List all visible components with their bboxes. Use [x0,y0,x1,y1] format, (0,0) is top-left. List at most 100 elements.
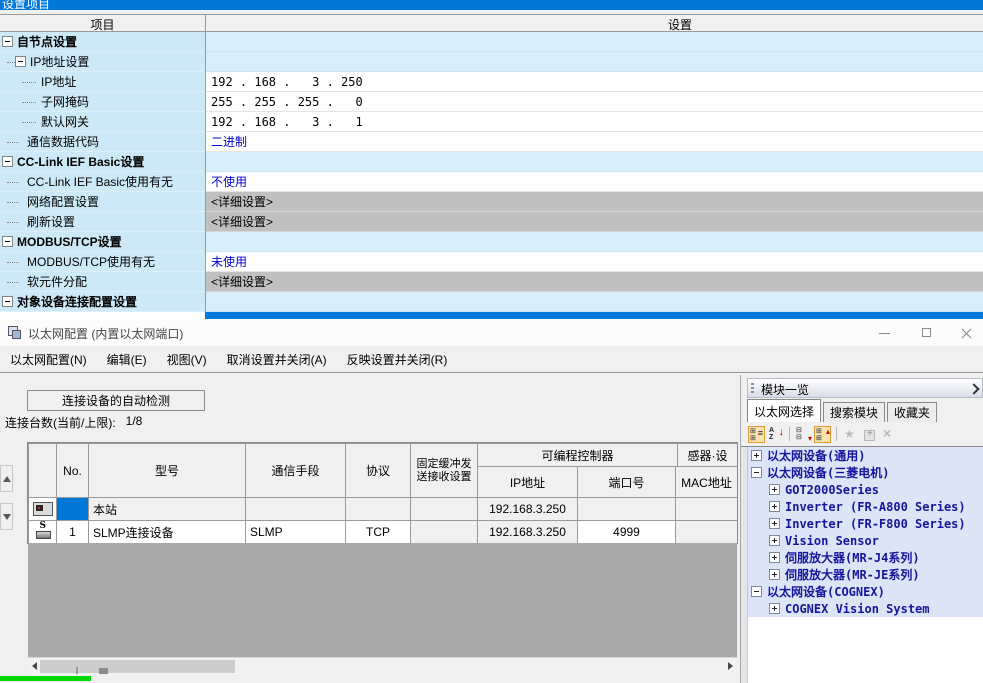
setting-value-cell[interactable]: <详细设置> [206,192,983,212]
cell-ip[interactable]: 192.168.3.250 [478,498,577,520]
expander-minus-icon[interactable] [751,467,762,478]
tree-item[interactable]: GOT2000Series [748,481,983,498]
panel-titlebar[interactable]: 模块一览 [747,378,983,398]
cell-buffer[interactable] [411,498,477,520]
setting-value-cell[interactable] [206,32,983,52]
dialog-titlebar[interactable]: 以太网配置 (内置以太网端口) [0,319,983,346]
cell-ip[interactable]: 192.168.3.250 [478,521,577,543]
chevron-right-icon[interactable] [968,383,979,394]
setting-value-cell[interactable] [206,232,983,252]
tree-item[interactable]: Vision Sensor [748,532,983,549]
setting-item-cell[interactable]: IP地址设置 [0,52,205,72]
settings-row[interactable]: 网络配置设置<详细设置> [0,192,983,212]
auto-detect-button[interactable]: 连接设备的自动检测 [27,390,205,411]
tab-以太网选择[interactable]: 以太网选择 [747,399,821,422]
menu-item[interactable]: 取消设置并关闭(A) [227,351,327,368]
setting-value-cell[interactable]: <详细设置> [206,272,983,292]
sort-az-icon[interactable] [767,426,784,443]
setting-item-cell[interactable]: 刷新设置 [0,212,205,232]
close-icon[interactable] [948,319,983,346]
cell-port[interactable]: 4999 [578,521,675,543]
tree-item[interactable]: 以太网设备(通用) [748,447,983,464]
cell-comm[interactable]: SLMP [246,521,345,543]
tab-收藏夹[interactable]: 收藏夹 [887,402,937,422]
scrollbar-thumb[interactable] [40,660,235,673]
setting-item-cell[interactable]: MODBUS/TCP使用有无 [0,252,205,272]
expander-plus-icon[interactable] [769,501,780,512]
cell-no[interactable] [57,498,88,520]
setting-item-cell[interactable]: 网络配置设置 [0,192,205,212]
setting-value-cell[interactable] [206,152,983,172]
tree-item[interactable]: COGNEX Vision System [748,600,983,617]
menu-item[interactable]: 编辑(E) [107,351,147,368]
tree-item[interactable]: Inverter (FR-A800 Series) [748,498,983,515]
settings-row[interactable]: MODBUS/TCP设置 [0,232,983,252]
setting-item-cell[interactable]: 自节点设置 [0,32,205,52]
setting-item-cell[interactable]: CC-Link IEF Basic使用有无 [0,172,205,192]
horizontal-scrollbar[interactable] [28,657,737,674]
settings-row[interactable]: 刷新设置<详细设置> [0,212,983,232]
cell-mac[interactable] [676,498,737,520]
cell-buffer[interactable] [411,521,477,543]
setting-item-cell[interactable]: MODBUS/TCP设置 [0,232,205,252]
tree-item[interactable]: Inverter (FR-F800 Series) [748,515,983,532]
expand-tree-icon[interactable] [814,426,831,443]
settings-row[interactable]: 对象设备连接配置设置 [0,292,983,312]
cell-comm[interactable] [246,498,345,520]
row-icon-cell[interactable] [29,521,56,543]
settings-row[interactable]: 通信数据代码二进制 [0,132,983,152]
module-list-icon[interactable] [748,426,765,443]
expander-plus-icon[interactable] [751,450,762,461]
expander-plus-icon[interactable] [769,552,780,563]
tree-item[interactable]: 以太网设备(三菱电机) [748,464,983,481]
setting-value-cell[interactable]: 未使用 [206,252,983,272]
setting-item-cell[interactable]: 通信数据代码 [0,132,205,152]
cell-mac[interactable] [676,521,737,543]
setting-item-cell[interactable]: 默认网关 [0,112,205,132]
tree-item[interactable]: 以太网设备(COGNEX) [748,583,983,600]
setting-item-cell[interactable]: 子网掩码 [0,92,205,112]
expander-plus-icon[interactable] [769,518,780,529]
add-favorite-icon[interactable] [861,426,878,443]
expander-minus-icon[interactable] [2,296,13,307]
cell-model[interactable]: SLMP连接设备 [89,521,245,543]
setting-item-cell[interactable]: CC-Link IEF Basic设置 [0,152,205,172]
setting-item-cell[interactable]: IP地址 [0,72,205,92]
cell-no[interactable]: 1 [57,521,88,543]
settings-row[interactable]: IP地址设置 [0,52,983,72]
expander-plus-icon[interactable] [769,535,780,546]
settings-row[interactable]: CC-Link IEF Basic使用有无不使用 [0,172,983,192]
cell-protocol[interactable]: TCP [346,521,410,543]
expander-minus-icon[interactable] [15,56,26,67]
row-icon-cell[interactable] [29,498,56,520]
menu-item[interactable]: 视图(V) [167,351,207,368]
setting-value-cell[interactable]: 255 . 255 . 255 . 0 [206,92,983,112]
expander-plus-icon[interactable] [769,484,780,495]
expander-minus-icon[interactable] [2,156,13,167]
collapse-tree-icon[interactable] [795,426,812,443]
cell-model[interactable]: 本站 [89,498,245,520]
setting-item-cell[interactable]: 软元件分配 [0,272,205,292]
setting-value-cell[interactable]: 不使用 [206,172,983,192]
minimize-icon[interactable] [866,319,902,346]
tab-搜索模块[interactable]: 搜索模块 [823,402,885,422]
maximize-icon[interactable] [908,319,944,346]
setting-value-cell[interactable] [206,292,983,312]
setting-value-cell[interactable] [206,52,983,72]
settings-row[interactable]: 子网掩码255 . 255 . 255 . 0 [0,92,983,112]
settings-row[interactable]: 软元件分配<详细设置> [0,272,983,292]
menu-item[interactable]: 以太网配置(N) [10,351,87,368]
cell-protocol[interactable] [346,498,410,520]
setting-value-cell[interactable]: 192 . 168 . 3 . 250 [206,72,983,92]
settings-row[interactable]: 默认网关192 . 168 . 3 . 1 [0,112,983,132]
cell-port[interactable] [578,498,675,520]
delete-icon[interactable] [880,426,897,443]
settings-row[interactable]: IP地址192 . 168 . 3 . 250 [0,72,983,92]
setting-value-cell[interactable]: <详细设置> [206,212,983,232]
settings-row[interactable]: 自节点设置 [0,32,983,52]
setting-value-cell[interactable]: 二进制 [206,132,983,152]
favorite-icon[interactable] [842,426,859,443]
settings-row[interactable]: MODBUS/TCP使用有无未使用 [0,252,983,272]
setting-item-cell[interactable]: 对象设备连接配置设置 [0,292,205,312]
scroll-right-icon[interactable] [724,658,737,675]
